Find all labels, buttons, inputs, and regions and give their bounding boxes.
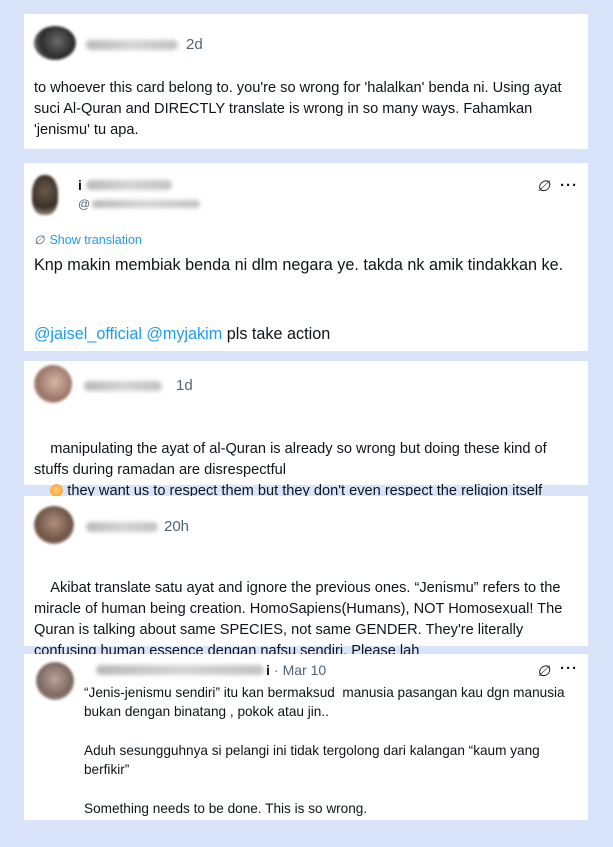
avatar[interactable] <box>32 175 58 215</box>
translate-icon: ∅ <box>34 233 45 247</box>
post-time[interactable]: 1d <box>176 377 193 394</box>
post-para-3: Something needs to be done. This is so w… <box>84 801 368 816</box>
avatar[interactable] <box>34 365 72 403</box>
avatar[interactable] <box>34 26 76 60</box>
show-translation-label[interactable]: Show translation <box>49 233 141 247</box>
reply-card-2: i @ ∅ ··· ∅ Show translation Knp makin m… <box>24 163 588 351</box>
blurred-username[interactable] <box>86 39 178 50</box>
show-translation-link[interactable]: ∅ Show translation <box>34 233 142 247</box>
avatar[interactable] <box>36 662 74 700</box>
blurred-handle[interactable] <box>92 200 201 208</box>
separator-dot: · <box>273 662 279 678</box>
name-tail[interactable]: i <box>266 662 270 678</box>
post-text-part1: manipulating the ayat of al-Quran is alr… <box>34 441 551 478</box>
more-icon[interactable]: ··· <box>560 177 578 194</box>
grok-icon[interactable]: ∅ <box>537 177 550 195</box>
post-time[interactable]: 2d <box>186 36 203 53</box>
post-para-1: “Jenis-jenismu sendiri” itu kan bermaksu… <box>84 685 569 719</box>
post-text: to whoever this card belong to. you're s… <box>34 80 566 138</box>
post-para-2: Aduh sesungguhnya si pelangi ini tidak t… <box>84 743 544 777</box>
post-date[interactable]: Mar 10 <box>283 662 327 678</box>
blurred-display-name[interactable] <box>85 180 172 190</box>
reply-card-3: 1d manipulating the ayat of al-Quran is … <box>24 361 588 499</box>
blurred-username[interactable] <box>84 380 162 391</box>
post-text-tail: pls take action <box>222 325 331 343</box>
reply-card-5: i · Mar 10 ∅ ··· “Jenis-jenismu sendiri”… <box>24 654 588 820</box>
blurred-username[interactable] <box>86 521 158 532</box>
avatar[interactable] <box>34 506 74 544</box>
post-text: Knp makin membiak benda ni dlm negara ye… <box>34 256 564 274</box>
handle-initial[interactable]: @ <box>78 197 90 211</box>
mention-jaisel[interactable]: @jaisel_official <box>34 325 142 343</box>
name-initial[interactable]: i <box>78 177 82 193</box>
post-time[interactable]: 20h <box>164 518 189 535</box>
reply-card-1: 2d to whoever this card belong to. you'r… <box>24 14 588 149</box>
post-text-main: Akibat translate satu ayat and ignore th… <box>34 580 567 659</box>
post-mentions-line: @jaisel_official @myjakim pls take actio… <box>34 322 574 346</box>
grok-icon[interactable]: ∅ <box>537 662 550 680</box>
reply-card-4: 20h Akibat translate satu ayat and ignor… <box>24 496 588 678</box>
mention-myjakim[interactable]: @myjakim <box>146 325 222 343</box>
blurred-display-name[interactable] <box>96 665 264 675</box>
more-icon[interactable]: ··· <box>560 660 578 677</box>
